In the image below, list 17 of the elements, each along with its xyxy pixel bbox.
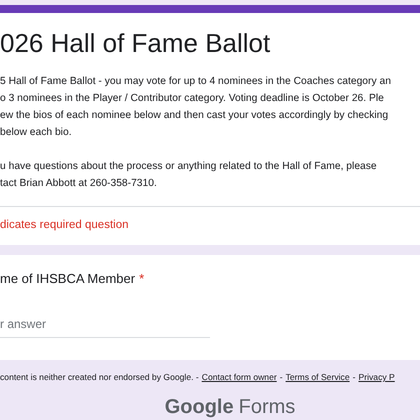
contact-line: tact Brian Abbott at 260-358-7310. (0, 177, 158, 191)
footer-link[interactable]: Terms of Service (286, 372, 350, 382)
footer-link[interactable]: Contact form owner (202, 372, 277, 382)
contact-line: u have questions about the process or anything related to the Hall of Fame, please (0, 160, 378, 174)
form-title: 026 Hall of Fame Ballot (0, 27, 272, 59)
description-line: o 3 nominees in the Player / Contributor category. Voting deadline is October 26. Ple (0, 92, 385, 106)
separator: - (280, 372, 283, 382)
forms-logo: Google Forms (164, 396, 296, 419)
description-line: below each bio. (0, 126, 73, 140)
required-note: dicates required question (0, 218, 130, 233)
footer-link[interactable]: Privacy P (358, 372, 395, 382)
separator: - (352, 372, 356, 382)
question-label: me of IHSBCA Member (0, 271, 136, 286)
description-line: 5 Hall of Fame Ballot - you may vote for up to 4 nominees in the Coaches category an (0, 75, 392, 89)
description-line: ew the bios of each nominee below and then cast your votes accordingly by checking (0, 109, 390, 123)
disclaimer-text: content is neither created nor endorsed by Google. - (0, 372, 199, 382)
required-mark: * (139, 271, 144, 286)
